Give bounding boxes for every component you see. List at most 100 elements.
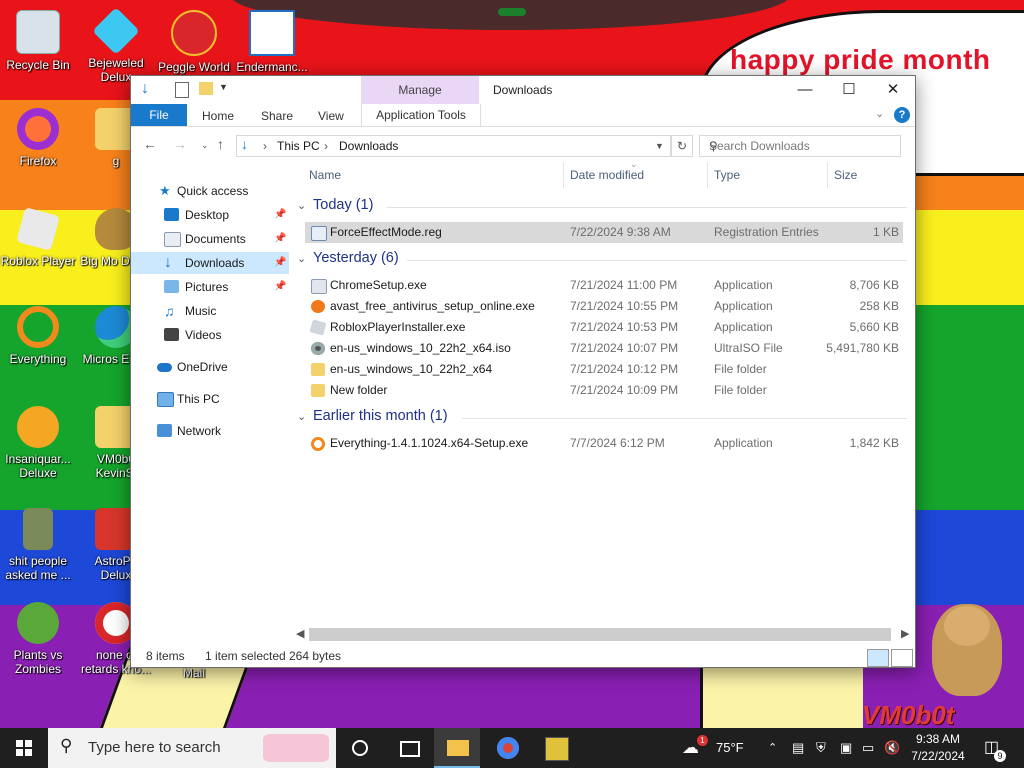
cortana-circle-icon: [352, 740, 368, 756]
file-row[interactable]: avast_free_antivirus_setup_online.exe 7/…: [305, 296, 903, 317]
tab-view[interactable]: View: [318, 109, 344, 123]
device-icon[interactable]: ▣: [840, 728, 852, 768]
windows-logo-icon: [16, 740, 32, 756]
nav-item-this-pc[interactable]: This PC: [131, 388, 289, 410]
weather-icon[interactable]: ☁: [682, 728, 699, 768]
desktop-icon-roblox[interactable]: Roblox Player: [0, 207, 76, 268]
column-header-size[interactable]: Size: [834, 168, 857, 182]
group-header-today[interactable]: ⌄ Today (1): [297, 197, 907, 219]
tab-application-tools[interactable]: Application Tools: [361, 104, 481, 126]
column-divider[interactable]: [827, 162, 828, 188]
breadcrumb-downloads[interactable]: Downloads: [339, 139, 398, 153]
column-header-type[interactable]: Type: [714, 168, 740, 182]
desktop-icon-mail[interactable]: Mail: [156, 666, 232, 680]
maximize-button[interactable]: ☐: [827, 78, 871, 102]
refresh-button[interactable]: ↻: [671, 135, 693, 157]
group-label: Today (1): [313, 197, 374, 213]
tab-file[interactable]: File: [131, 104, 187, 126]
file-row[interactable]: en-us_windows_10_22h2_x64 7/21/2024 10:1…: [305, 359, 903, 380]
pictures-icon: [164, 280, 179, 293]
nav-item-network[interactable]: Network: [131, 420, 289, 442]
desktop-icon-peggle[interactable]: Peggle World: [156, 10, 232, 74]
customize-quick-access-icon[interactable]: ▼: [219, 82, 228, 98]
file-type: Application: [714, 320, 773, 334]
desktop-icon-recycle-bin[interactable]: Recycle Bin: [0, 10, 76, 72]
horizontal-scrollbar[interactable]: ◀ ▶: [293, 626, 913, 643]
network-status-icon[interactable]: ▤: [792, 728, 804, 768]
new-folder-icon[interactable]: [199, 82, 213, 95]
close-button[interactable]: ✕: [871, 78, 915, 102]
desktop-icon-endermanch[interactable]: Endermanc...: [234, 10, 310, 74]
volume-icon[interactable]: 🔇: [884, 728, 900, 768]
recent-locations-button[interactable]: ⌄: [201, 140, 209, 151]
file-row[interactable]: New folder 7/21/2024 10:09 PM File folde…: [305, 380, 903, 401]
details-view-button[interactable]: [867, 649, 889, 667]
taskbar-search-box[interactable]: ⚲ Type here to search: [48, 728, 336, 768]
security-shield-icon[interactable]: ⛨: [816, 728, 826, 768]
file-name: ChromeSetup.exe: [330, 278, 427, 292]
file-row[interactable]: en-us_windows_10_22h2_x64.iso 7/21/2024 …: [305, 338, 903, 359]
nav-item-pictures[interactable]: Pictures 📌: [131, 276, 289, 298]
status-item-count: 8 items: [146, 649, 185, 663]
back-button[interactable]: ←: [143, 136, 157, 152]
properties-icon[interactable]: [175, 82, 189, 98]
weather-temperature[interactable]: 75°F: [716, 728, 744, 768]
documents-icon: [164, 232, 181, 247]
nav-item-quick-access[interactable]: ★ Quick access: [131, 180, 289, 202]
nav-item-desktop[interactable]: Desktop 📌: [131, 204, 289, 226]
column-header-date-modified[interactable]: Date modified: [570, 168, 644, 182]
file-row[interactable]: RobloxPlayerInstaller.exe 7/21/2024 10:5…: [305, 317, 903, 338]
file-size: 1 KB: [872, 225, 899, 239]
address-dropdown-icon[interactable]: ▼: [655, 141, 664, 151]
show-hidden-icons-chevron-icon[interactable]: ⌃: [768, 728, 777, 768]
breadcrumb-this-pc[interactable]: This PC: [277, 139, 320, 153]
file-date: 7/21/2024 10:53 PM: [570, 320, 679, 334]
column-divider[interactable]: [563, 162, 564, 188]
scroll-left-icon[interactable]: ◀: [296, 627, 304, 640]
address-bar[interactable]: ↓ › This PC › Downloads ▼: [236, 135, 671, 157]
desktop-icon-bejeweled[interactable]: Bejeweled Delux: [78, 7, 154, 84]
forward-button[interactable]: →: [173, 136, 187, 152]
scrollbar-thumb[interactable]: [309, 628, 891, 641]
scroll-right-icon[interactable]: ▶: [901, 627, 909, 640]
expand-ribbon-icon[interactable]: ⌄: [875, 107, 884, 120]
help-icon[interactable]: ?: [894, 107, 910, 123]
taskbar-game-app[interactable]: [532, 728, 578, 768]
taskbar-chrome[interactable]: [484, 728, 530, 768]
start-button[interactable]: [0, 728, 48, 768]
search-input[interactable]: Search Downloads ⚲: [699, 135, 901, 157]
minimize-button[interactable]: —: [783, 78, 827, 102]
desktop-icon-insaniquarium[interactable]: Insaniquar... Deluxe: [0, 406, 76, 480]
system-clock[interactable]: 9:38 AM 7/22/2024: [905, 731, 971, 765]
taskbar-file-explorer[interactable]: [434, 728, 480, 768]
up-button[interactable]: ↑: [217, 136, 224, 152]
disc-icon: [311, 342, 325, 355]
notification-center-icon[interactable]: ◫: [984, 728, 999, 768]
computer-icon: [157, 392, 174, 407]
nav-item-videos[interactable]: Videos: [131, 324, 289, 346]
display-icon[interactable]: ▭: [862, 728, 874, 768]
desktop-icon-text-file[interactable]: shit people asked me ...: [0, 508, 76, 582]
desktop-icon-firefox[interactable]: Firefox: [0, 108, 76, 168]
cortana-button[interactable]: [338, 728, 384, 768]
desktop-icon-everything[interactable]: Everything: [0, 306, 76, 366]
group-header-yesterday[interactable]: ⌄ Yesterday (6): [297, 250, 907, 272]
group-header-earlier-this-month[interactable]: ⌄ Earlier this month (1): [297, 408, 907, 430]
file-size: 258 KB: [859, 299, 899, 313]
nav-item-downloads[interactable]: ↓ Downloads 📌: [131, 252, 289, 274]
file-row[interactable]: Everything-1.4.1.1024.x64-Setup.exe 7/7/…: [305, 433, 903, 454]
tab-share[interactable]: Share: [261, 109, 293, 123]
file-row[interactable]: ChromeSetup.exe 7/21/2024 11:00 PM Appli…: [305, 275, 903, 296]
nav-item-music[interactable]: ♫ Music: [131, 300, 289, 322]
column-divider[interactable]: [707, 162, 708, 188]
quick-access-download-icon[interactable]: ↓: [141, 81, 149, 98]
task-view-button[interactable]: [386, 728, 432, 768]
file-row[interactable]: ForceEffectMode.reg 7/22/2024 9:38 AM Re…: [305, 222, 903, 243]
column-header-name[interactable]: Name: [309, 168, 341, 182]
desktop-icon-plants-vs-zombies[interactable]: Plants vs Zombies: [0, 602, 76, 676]
nav-item-documents[interactable]: Documents 📌: [131, 228, 289, 250]
large-icons-view-button[interactable]: [891, 649, 913, 667]
tab-home[interactable]: Home: [202, 109, 234, 123]
file-date: 7/21/2024 11:00 PM: [570, 278, 678, 292]
nav-item-onedrive[interactable]: OneDrive: [131, 356, 289, 378]
